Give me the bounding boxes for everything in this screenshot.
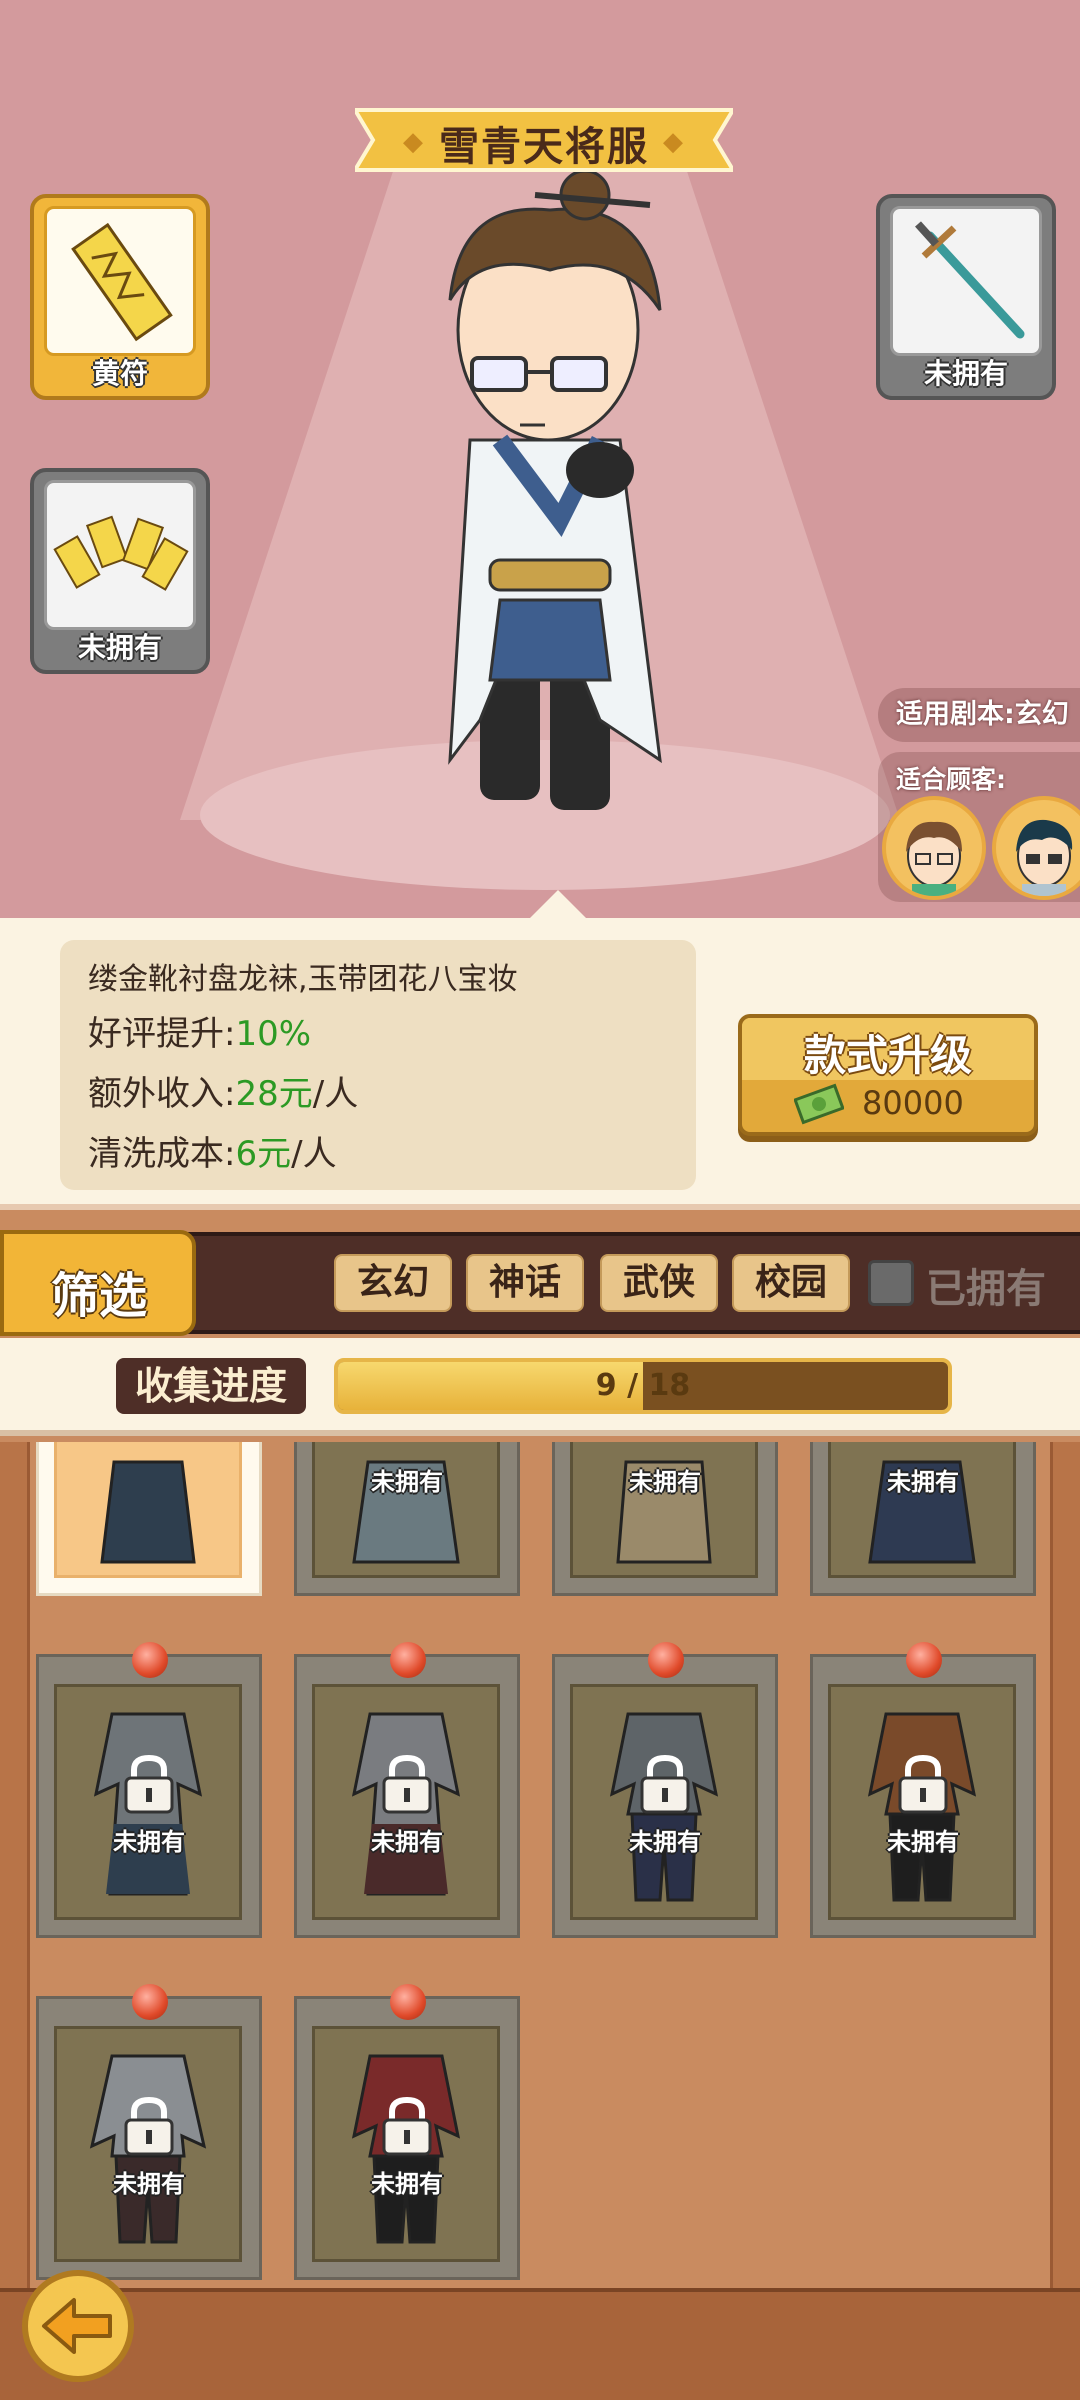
accessory-slot-sword[interactable]: 未拥有 [876, 194, 1056, 400]
stat-rating: 好评提升:10% [88, 1006, 311, 1055]
outfit-card[interactable]: 未拥有 [36, 1984, 262, 2280]
outfit-card[interactable]: 未拥有 [294, 1642, 520, 1938]
red-pin [132, 1642, 168, 1678]
stat-label: 好评提升: [88, 1014, 236, 1054]
slot-label: 黄符 [91, 357, 148, 390]
upgrade-button[interactable]: 款式升级 80000 [738, 1014, 1038, 1136]
outfit-title: 雪青天将服 [439, 124, 649, 170]
wall-right [1050, 1442, 1080, 2288]
card-label: 未拥有 [371, 1468, 443, 1496]
owned-label: 已拥有 [926, 1266, 1046, 1312]
red-pin [132, 1984, 168, 2020]
outfit-description: 缕金靴衬盘龙袜,玉带团花八宝妆 [88, 962, 518, 997]
filter-button[interactable]: 筛选 [0, 1230, 196, 1336]
bottom-bar [0, 2288, 1080, 2400]
outfit-card[interactable]: 未拥有 [294, 1442, 520, 1596]
owned-checkbox[interactable] [868, 1260, 914, 1306]
outfit-card[interactable]: 未拥有 [36, 1642, 262, 1938]
lock-icon [382, 1754, 432, 1814]
lock-icon [124, 1754, 174, 1814]
back-arrow-icon [42, 2298, 112, 2354]
slot-label: 未拥有 [77, 631, 162, 664]
filter-tag-xuanhuan[interactable]: 玄幻 [334, 1254, 452, 1312]
customers-label: 适合顾客: [896, 765, 1006, 794]
card-label: 未拥有 [887, 1468, 959, 1496]
talismans-icon [53, 515, 189, 591]
stat-value: 28元 [235, 1074, 313, 1114]
outfit-card[interactable]: 未拥有 [552, 1642, 778, 1938]
back-button[interactable] [22, 2270, 134, 2382]
customers-panel: 适合顾客: [878, 752, 1080, 902]
stat-label: 清洗成本: [88, 1134, 236, 1174]
red-pin [648, 1642, 684, 1678]
outfit-card[interactable]: 未拥有 [810, 1442, 1036, 1596]
progress-bar: 9 / 18 [334, 1358, 952, 1414]
filter-tag-xiaoyuan[interactable]: 校园 [732, 1254, 850, 1312]
progress-text: 9 / 18 [595, 1368, 691, 1403]
accessory-slot-talisman[interactable]: 黄符 [30, 194, 210, 400]
card-label: 未拥有 [629, 1468, 701, 1496]
outfit-card[interactable]: 未拥有 [810, 1642, 1036, 1938]
stat-value: 6元 [235, 1134, 292, 1174]
slot-label: 未拥有 [923, 357, 1008, 390]
upgrade-cost: 80000 [862, 1084, 964, 1122]
customer-avatar[interactable] [882, 796, 986, 900]
customer-face-icon [906, 821, 962, 896]
accessory-slot-talismans[interactable]: 未拥有 [30, 468, 210, 674]
outfit-card[interactable]: 未拥有 [294, 1984, 520, 2280]
card-label: 未拥有 [113, 1828, 185, 1856]
stat-value: 10% [235, 1014, 312, 1054]
customer-avatar[interactable] [992, 796, 1080, 900]
stat-suffix: /人 [312, 1074, 359, 1114]
script-tag: 适用剧本:玄幻 [878, 688, 1080, 742]
red-pin [390, 1984, 426, 2020]
customer-face-icon [1016, 819, 1073, 896]
card-label: 未拥有 [371, 2170, 443, 2198]
wall-left [0, 1442, 30, 2288]
collection-progress-row: 收集进度 9 / 18 [0, 1338, 1080, 1436]
stat-label: 额外收入: [88, 1074, 236, 1114]
lock-icon [382, 2096, 432, 2156]
progress-label: 收集进度 [116, 1358, 306, 1414]
card-label: 未拥有 [113, 2170, 185, 2198]
filter-label: 筛选 [50, 1268, 147, 1324]
stat-cost: 清洗成本:6元/人 [88, 1126, 337, 1175]
outfit-card-selected[interactable] [36, 1442, 262, 1596]
card-label: 未拥有 [629, 1828, 701, 1856]
outfit-card[interactable]: 未拥有 [552, 1442, 778, 1596]
character-stage: ◆ ◆ 雪青天将服 黄符 未拥有 未拥有 适用剧本:玄幻 适合顾客: [0, 0, 1080, 918]
outfit-title-banner: ◆ ◆ 雪青天将服 [355, 104, 733, 176]
sword-icon [915, 221, 1025, 339]
filter-tag-shenhua[interactable]: 神话 [466, 1254, 584, 1312]
outfit-info-panel: 缕金靴衬盘龙袜,玉带团花八宝妆 好评提升:10% 额外收入:28元/人 清洗成本… [0, 918, 1080, 1210]
stats-box: 缕金靴衬盘龙袜,玉带团花八宝妆 好评提升:10% 额外收入:28元/人 清洗成本… [60, 940, 696, 1190]
panel-pointer [530, 890, 586, 918]
stat-suffix: /人 [291, 1134, 337, 1174]
wardrobe-grid: 未拥有 未拥有 未拥有 未拥有 未拥有 未拥有 未拥有 未拥有 未拥有 [0, 1442, 1080, 2288]
outfit-icon [100, 1460, 196, 1564]
lock-icon [124, 2096, 174, 2156]
lock-icon [640, 1754, 690, 1814]
red-pin [906, 1642, 942, 1678]
cash-icon [794, 1083, 844, 1125]
card-label: 未拥有 [887, 1828, 959, 1856]
lock-icon [898, 1754, 948, 1814]
upgrade-label: 款式升级 [803, 1031, 972, 1080]
filter-tag-wuxia[interactable]: 武侠 [600, 1254, 718, 1312]
card-label: 未拥有 [371, 1828, 443, 1856]
talisman-icon [71, 222, 173, 342]
red-pin [390, 1642, 426, 1678]
stat-income: 额外收入:28元/人 [88, 1066, 358, 1115]
